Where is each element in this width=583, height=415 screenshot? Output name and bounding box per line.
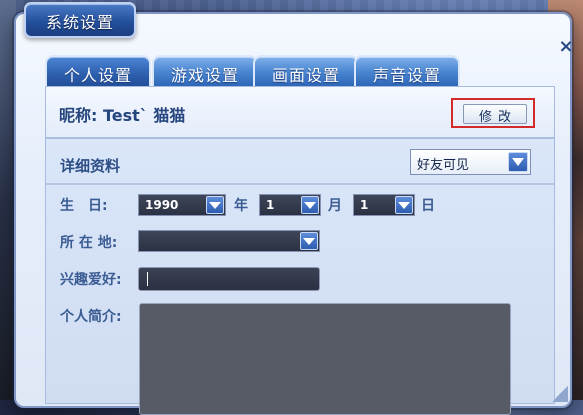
tab-sound-settings[interactable]: 声音设置 — [354, 55, 460, 86]
chevron-down-icon[interactable] — [301, 196, 319, 214]
privacy-select[interactable]: 好友可见 — [410, 149, 531, 175]
tab-label: 声音设置 — [372, 66, 441, 85]
window-title: 系统设置 — [45, 13, 114, 32]
birth-year-value: 1990 — [145, 198, 179, 212]
modify-button-highlight: 修改 — [451, 98, 535, 128]
settings-window: × 个人设置 游戏设置 画面设置 声音设置 昵称: Test` 猫猫 修改 详细… — [14, 12, 575, 415]
tab-label: 游戏设置 — [170, 66, 239, 85]
location-label: 所 在 地: — [60, 235, 118, 251]
birth-month-value: 1 — [266, 198, 275, 212]
personal-settings-panel: 昵称: Test` 猫猫 修改 详细资料 好友可见 生 日: 1990 年 1 … — [45, 86, 555, 415]
intro-label: 个人简介: — [60, 309, 122, 325]
birthday-label: 生 日: — [60, 198, 108, 214]
hobbies-label: 兴趣爱好: — [60, 272, 122, 288]
modify-button[interactable]: 修改 — [463, 104, 527, 125]
privacy-value: 好友可见 — [417, 158, 470, 173]
chevron-down-icon[interactable] — [508, 152, 528, 172]
nickname-row: 昵称: Test` 猫猫 修改 — [46, 87, 554, 139]
chevron-down-icon[interactable] — [300, 232, 318, 250]
month-unit: 月 — [328, 198, 342, 214]
tab-game-settings[interactable]: 游戏设置 — [152, 55, 258, 86]
nickname-text: 昵称: Test` 猫猫 — [59, 106, 186, 125]
hobbies-input[interactable] — [138, 267, 320, 291]
birth-day-select[interactable]: 1 — [353, 194, 415, 216]
tab-graphics-settings[interactable]: 画面设置 — [253, 55, 359, 86]
text-caret — [147, 272, 148, 286]
birth-month-select[interactable]: 1 — [259, 194, 321, 216]
tab-personal-settings[interactable]: 个人设置 — [45, 55, 151, 86]
tab-label: 画面设置 — [271, 66, 340, 85]
chevron-down-icon[interactable] — [206, 196, 224, 214]
chevron-down-icon[interactable] — [395, 196, 413, 214]
details-title: 详细资料 — [60, 157, 121, 175]
window-title-tab: 系统设置 — [24, 2, 136, 38]
intro-textarea[interactable] — [139, 303, 511, 415]
details-header: 详细资料 好友可见 — [46, 149, 554, 185]
location-select[interactable] — [138, 230, 320, 252]
year-unit: 年 — [234, 198, 248, 214]
birth-day-value: 1 — [360, 198, 369, 212]
birth-year-select[interactable]: 1990 — [138, 194, 226, 216]
tab-label: 个人设置 — [63, 66, 132, 85]
modify-button-label: 修改 — [478, 110, 517, 125]
close-icon[interactable]: × — [557, 38, 575, 56]
day-unit: 日 — [421, 198, 435, 214]
